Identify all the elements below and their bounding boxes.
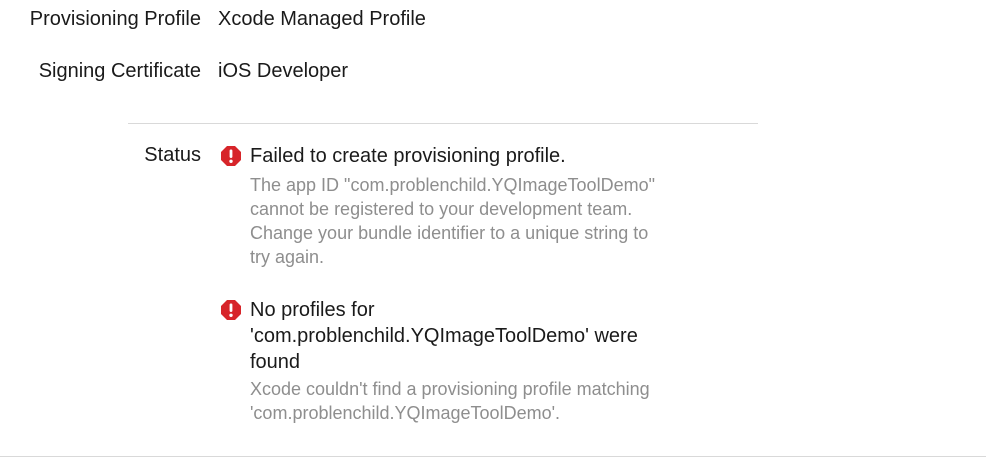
issue-1-detail-line-2: cannot be registered to your development… <box>250 199 633 219</box>
issue-1-detail-line-1: The app ID "com.problenchild.YQImageTool… <box>250 175 655 195</box>
issue-2-title-line-1: No profiles for <box>250 299 375 321</box>
issue-1-detail: The app ID "com.problenchild.YQImageTool… <box>250 173 750 269</box>
signing-certificate-label: Signing Certificate <box>38 60 201 82</box>
signing-certificate-value[interactable]: iOS Developer <box>218 59 348 83</box>
issue-2-detail-line-1: Xcode couldn't find a provisioning profi… <box>250 379 650 399</box>
issue-2-detail-line-2: 'com.problenchild.YQImageToolDemo'. <box>250 403 561 423</box>
provisioning-profile-label: Provisioning Profile <box>29 8 201 30</box>
error-icon <box>221 146 241 166</box>
issue-2-detail: Xcode couldn't find a provisioning profi… <box>250 377 750 425</box>
status-issue-1: Failed to create provisioning profile. T… <box>220 143 760 268</box>
issue-1-detail-line-3: Change your bundle identifier to a uniqu… <box>250 223 649 243</box>
bottom-divider <box>0 456 986 457</box>
section-divider <box>128 123 758 124</box>
provisioning-profile-value[interactable]: Xcode Managed Profile <box>218 7 426 31</box>
issue-1-title: Failed to create provisioning profile. <box>250 145 566 167</box>
issue-2-title-line-2: 'com.problenchild.YQImageToolDemo' were <box>250 325 638 347</box>
issue-2-title: No profiles for 'com.problenchild.YQImag… <box>250 297 750 375</box>
status-issue-2: No profiles for 'com.problenchild.YQImag… <box>220 297 760 432</box>
issue-2-title-line-3: found <box>250 351 301 373</box>
issue-1-detail-line-4: try again. <box>250 247 325 267</box>
status-label: Status <box>144 144 201 166</box>
error-icon <box>221 300 241 320</box>
